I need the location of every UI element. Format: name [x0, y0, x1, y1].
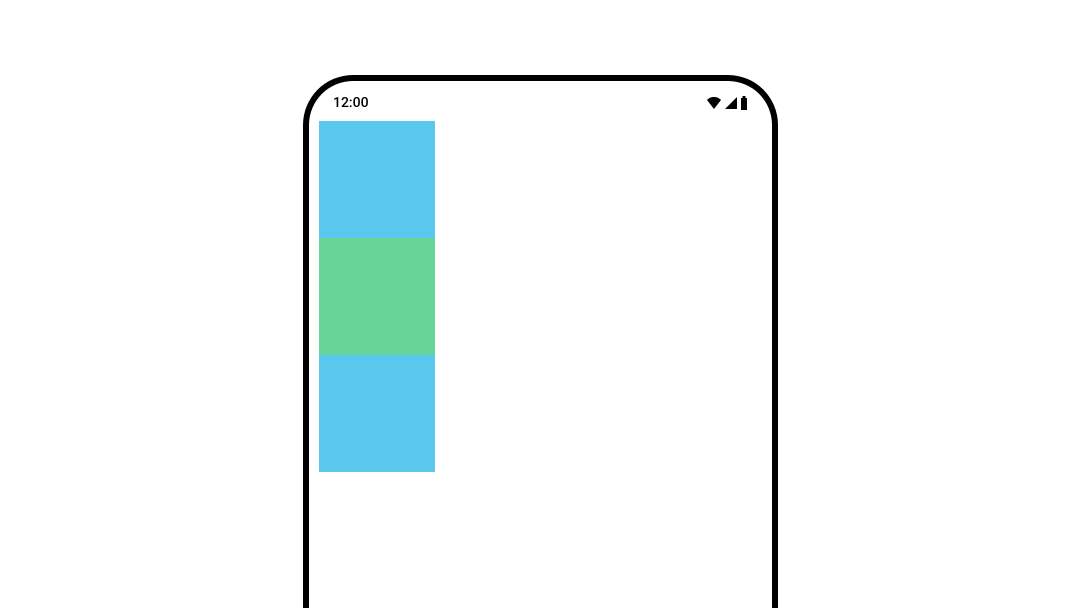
wifi-icon: [706, 96, 722, 110]
color-block-middle: [319, 238, 435, 355]
status-icons: [706, 96, 748, 110]
color-block-bottom: [319, 355, 435, 472]
status-bar: 12:00: [309, 81, 772, 121]
color-block-top: [319, 121, 435, 238]
color-column: [319, 121, 435, 472]
phone-frame: 12:00: [303, 75, 778, 608]
content-area: [309, 121, 772, 472]
cellular-icon: [724, 96, 738, 110]
battery-icon: [740, 96, 748, 110]
status-time: 12:00: [333, 95, 369, 111]
